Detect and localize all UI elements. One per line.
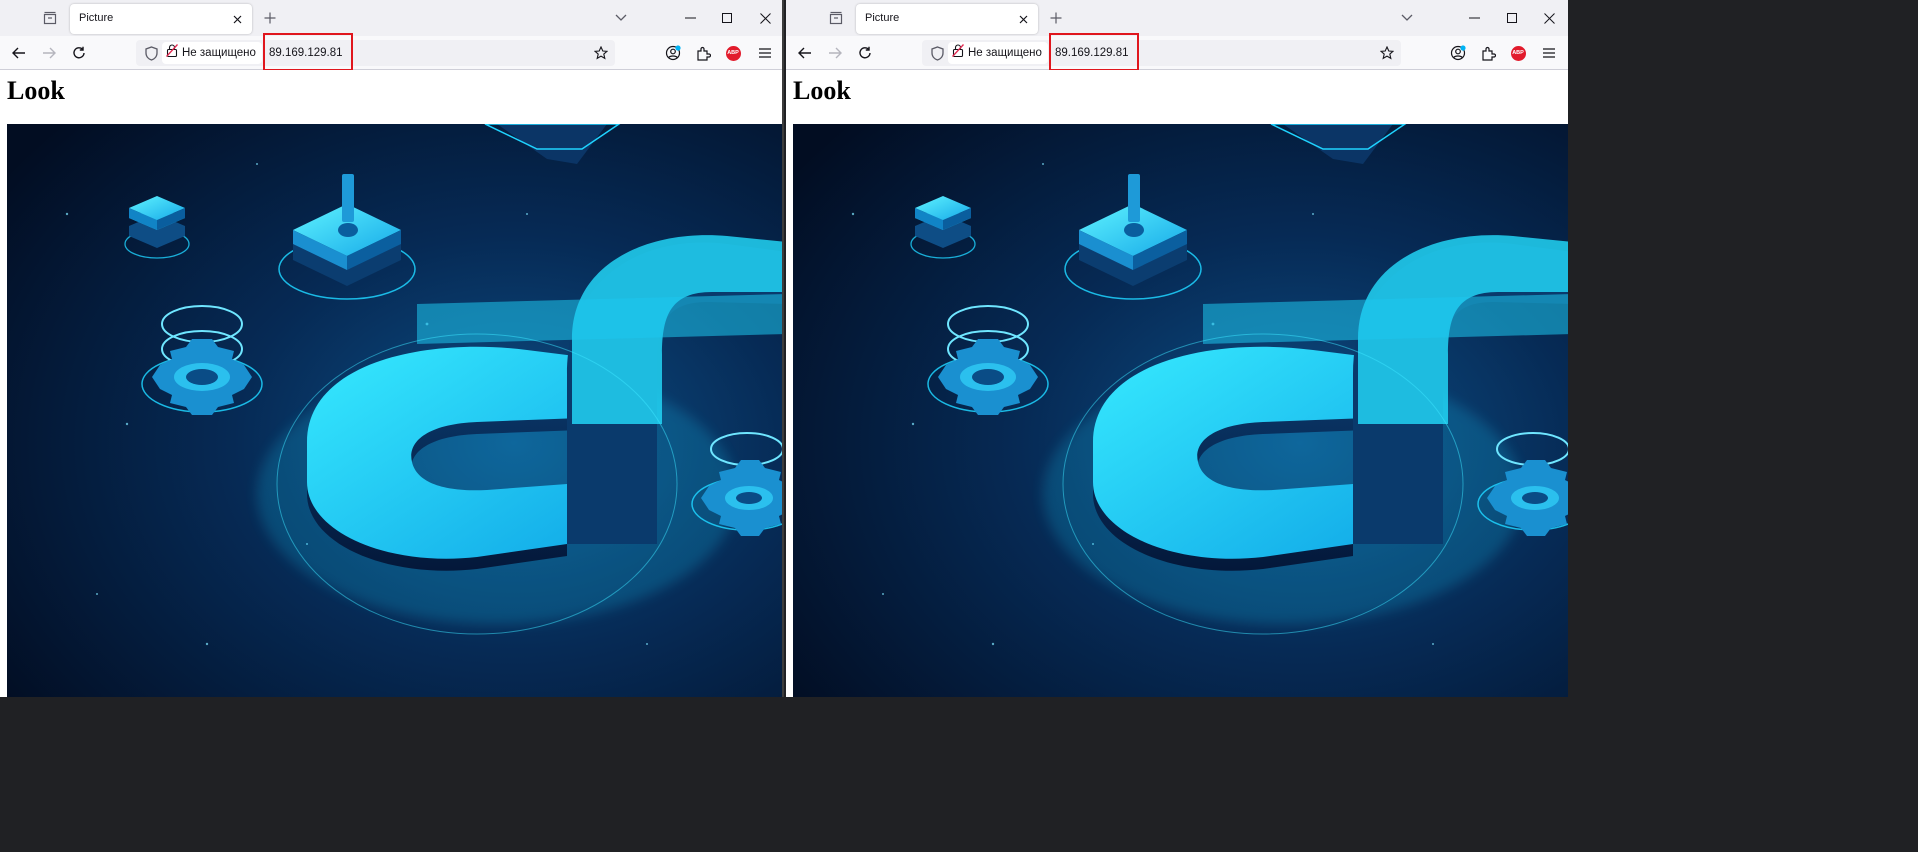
menu-icon[interactable] (756, 44, 774, 62)
minimize-icon[interactable] (1465, 9, 1483, 27)
back-icon[interactable] (10, 44, 28, 62)
page-image (793, 124, 1568, 697)
security-label: Не защищено (182, 47, 256, 59)
page-content: Look (0, 70, 782, 697)
tab-bar: Picture (786, 0, 1568, 36)
browser-window-left: Picture Не защищено 89.169.129.81 ABP Lo… (0, 0, 784, 697)
adblock-badge: ABP (725, 45, 741, 61)
forward-icon[interactable] (826, 44, 844, 62)
extensions-icon[interactable] (694, 44, 712, 62)
site-security-indicator[interactable]: Не защищено (162, 42, 262, 64)
reload-icon[interactable] (70, 44, 88, 62)
tab-picture[interactable]: Picture (856, 4, 1038, 34)
address-bar[interactable]: Не защищено 89.169.129.81 (136, 33, 615, 71)
shield-icon[interactable] (929, 45, 945, 61)
address-bar[interactable]: Не защищено 89.169.129.81 (922, 33, 1401, 71)
reload-icon[interactable] (856, 44, 874, 62)
extensions-icon[interactable] (1479, 44, 1497, 62)
adblock-icon[interactable]: ABP (1509, 44, 1527, 62)
close-window-icon[interactable] (1540, 9, 1558, 27)
maximize-icon[interactable] (718, 9, 736, 27)
adblock-badge: ABP (1510, 45, 1526, 61)
close-tab-icon[interactable] (1016, 12, 1030, 26)
insecure-lock-icon (166, 44, 178, 62)
adblock-icon[interactable]: ABP (724, 44, 742, 62)
menu-icon[interactable] (1540, 44, 1558, 62)
shield-icon[interactable] (143, 45, 159, 61)
back-icon[interactable] (796, 44, 814, 62)
page-heading: Look (7, 76, 65, 105)
list-all-tabs-icon[interactable] (1398, 10, 1416, 26)
page-image (7, 124, 782, 697)
close-tab-icon[interactable] (230, 12, 244, 26)
url-highlight-box (263, 33, 353, 71)
account-icon[interactable] (664, 44, 682, 62)
page-heading: Look (793, 76, 851, 105)
minimize-icon[interactable] (681, 9, 699, 27)
bookmark-star-icon[interactable] (593, 45, 609, 61)
url-highlight-box (1049, 33, 1139, 71)
new-tab-icon[interactable] (261, 9, 279, 27)
account-icon[interactable] (1449, 44, 1467, 62)
list-all-tabs-icon[interactable] (612, 10, 630, 26)
tab-list-icon[interactable] (38, 8, 62, 28)
tab-title: Picture (79, 12, 114, 24)
navigation-toolbar: Не защищено 89.169.129.81 ABP (0, 33, 782, 71)
maximize-icon[interactable] (1503, 9, 1521, 27)
close-window-icon[interactable] (756, 9, 774, 27)
insecure-lock-icon (952, 44, 964, 62)
tab-list-icon[interactable] (824, 8, 848, 28)
navigation-toolbar: Не защищено 89.169.129.81 ABP (786, 33, 1568, 71)
tab-title: Picture (865, 12, 900, 24)
site-security-indicator[interactable]: Не защищено (948, 42, 1048, 64)
browser-window-right: Picture Не защищено 89.169.129.81 ABP Lo… (786, 0, 1568, 697)
bookmark-star-icon[interactable] (1379, 45, 1395, 61)
forward-icon[interactable] (40, 44, 58, 62)
security-label: Не защищено (968, 47, 1042, 59)
new-tab-icon[interactable] (1047, 9, 1065, 27)
tab-bar: Picture (0, 0, 782, 36)
tab-picture[interactable]: Picture (70, 4, 252, 34)
page-content: Look (786, 70, 1568, 697)
